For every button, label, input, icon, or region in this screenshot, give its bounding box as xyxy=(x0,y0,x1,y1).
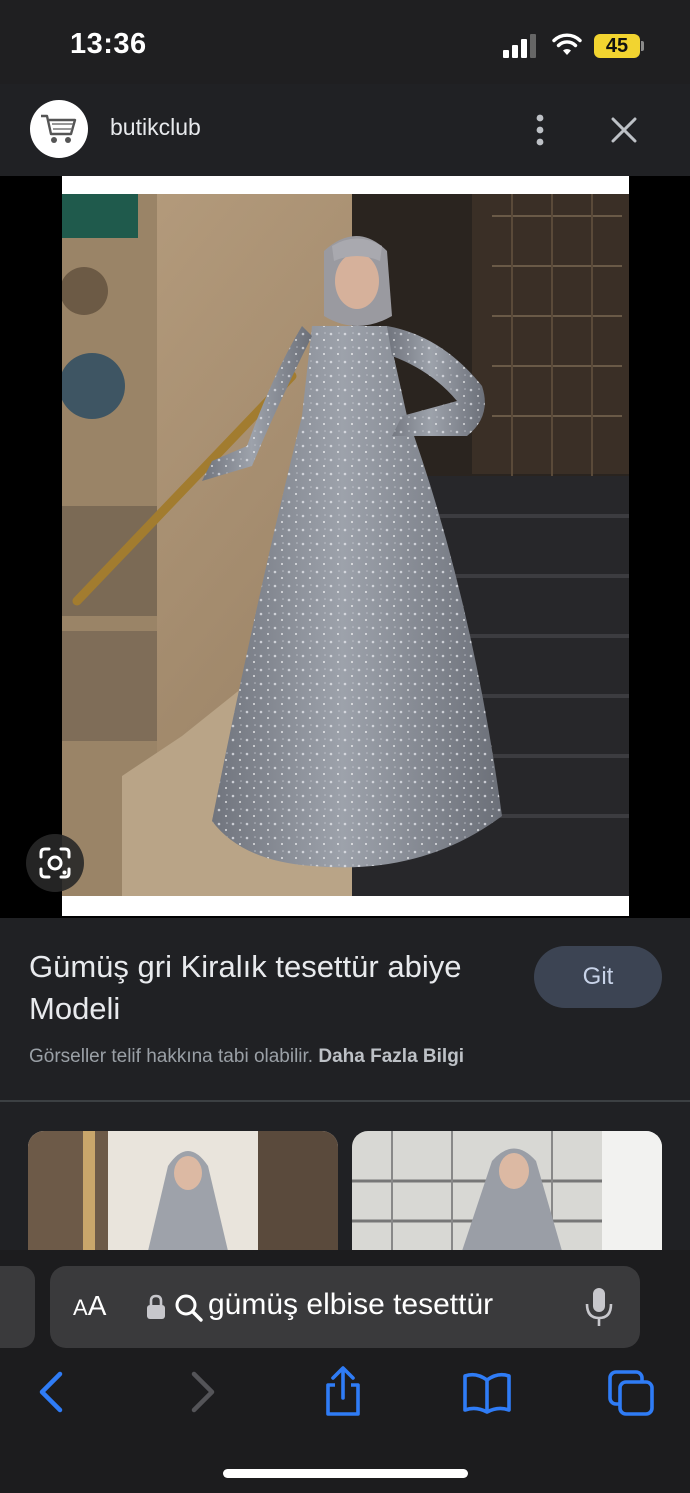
section-divider xyxy=(0,1100,690,1102)
learn-more-link[interactable]: Daha Fazla Bilgi xyxy=(318,1046,464,1067)
copyright-text: Görseller telif hakkına tabi olabilir. xyxy=(29,1046,314,1067)
reader-aa-button[interactable]: AA xyxy=(73,1290,106,1322)
url-text[interactable]: gümüş elbise tesettür xyxy=(208,1288,493,1322)
product-photo[interactable] xyxy=(62,176,629,916)
visit-button[interactable]: Git xyxy=(534,946,662,1008)
lock-icon xyxy=(147,1294,165,1319)
lens-button[interactable] xyxy=(26,834,84,892)
tabs-overview-icon[interactable] xyxy=(606,1366,656,1418)
forward-arrow-icon[interactable] xyxy=(176,1366,226,1418)
related-thumbnail xyxy=(352,1131,662,1251)
bookmarks-book-icon[interactable] xyxy=(462,1366,512,1418)
share-icon[interactable] xyxy=(318,1366,368,1418)
copyright-notice: Görseller telif hakkına tabi olabilir. D… xyxy=(29,1046,464,1068)
status-time: 13:36 xyxy=(70,28,147,60)
battery-tip xyxy=(641,41,644,51)
more-vert-icon[interactable] xyxy=(522,110,558,150)
site-logo[interactable] xyxy=(30,100,88,158)
close-icon[interactable] xyxy=(606,110,642,150)
aa-small-letter: A xyxy=(73,1295,88,1320)
google-lens-icon xyxy=(39,847,71,879)
related-image-1[interactable] xyxy=(28,1131,338,1251)
home-indicator[interactable] xyxy=(223,1469,468,1478)
site-header xyxy=(0,84,690,176)
microphone-icon[interactable] xyxy=(582,1286,616,1328)
related-thumbnail xyxy=(28,1131,338,1251)
wifi-icon xyxy=(552,33,582,55)
battery-indicator: 45 xyxy=(594,34,640,58)
search-icon xyxy=(175,1294,203,1322)
result-title[interactable]: Gümüş gri Kiralık tesettür abiye Modeli xyxy=(29,946,519,1030)
back-arrow-icon[interactable] xyxy=(28,1366,78,1418)
site-name[interactable]: butikclub xyxy=(110,114,201,141)
aa-big-letter: A xyxy=(87,1290,107,1321)
previous-tab-address-bar[interactable] xyxy=(0,1266,35,1348)
cellular-signal-icon xyxy=(503,34,536,58)
related-image-2[interactable] xyxy=(352,1131,662,1251)
shopping-cart-icon xyxy=(41,114,77,143)
